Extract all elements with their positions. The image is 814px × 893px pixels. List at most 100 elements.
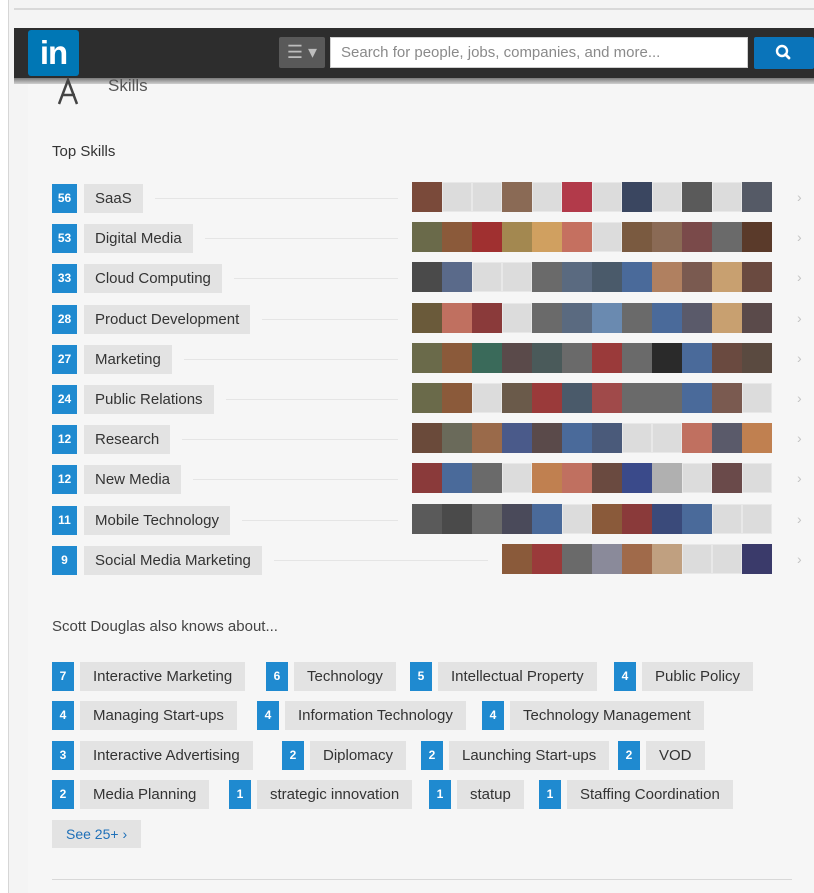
skill-row[interactable]: 12 Research ›: [52, 423, 802, 455]
endorser-avatar[interactable]: [442, 463, 472, 494]
endorser-avatar[interactable]: [502, 503, 532, 534]
endorser-avatar[interactable]: [652, 543, 682, 574]
endorser-avatar[interactable]: [412, 342, 442, 373]
endorser-avatar[interactable]: [472, 182, 502, 212]
endorser-avatar[interactable]: [682, 182, 712, 212]
skill-row[interactable]: 12 New Media ›: [52, 463, 802, 495]
endorser-avatar[interactable]: [622, 383, 652, 413]
endorser-avatar[interactable]: [532, 423, 562, 454]
endorsement-count-badge[interactable]: 33: [52, 264, 77, 294]
endorsement-count-badge[interactable]: 7: [52, 662, 74, 691]
endorser-avatar[interactable]: [592, 182, 622, 212]
endorser-avatar[interactable]: [472, 262, 502, 293]
endorser-avatar[interactable]: [622, 423, 652, 454]
skill-row[interactable]: 56 SaaS ›: [52, 182, 802, 213]
also-skill-name[interactable]: strategic innovation: [257, 780, 413, 810]
endorser-avatar[interactable]: [562, 262, 592, 293]
endorsement-count-badge[interactable]: 24: [52, 385, 77, 414]
endorser-avatar[interactable]: [472, 503, 502, 534]
skill-row[interactable]: 24 Public Relations ›: [52, 383, 802, 414]
endorser-avatar[interactable]: [712, 302, 742, 333]
endorser-avatar[interactable]: [502, 543, 532, 574]
also-skill-name[interactable]: Staffing Coordination: [567, 780, 733, 810]
endorser-avatar[interactable]: [532, 503, 562, 534]
skill-name[interactable]: Social Media Marketing: [84, 545, 262, 575]
chevron-right-icon[interactable]: ›: [797, 310, 802, 326]
search-button[interactable]: [754, 37, 814, 69]
endorser-avatar[interactable]: [622, 342, 652, 373]
skill-row[interactable]: 53 Digital Media ›: [52, 222, 802, 254]
chevron-right-icon[interactable]: ›: [797, 551, 802, 567]
endorser-avatar[interactable]: [532, 383, 562, 413]
endorser-avatar[interactable]: [502, 182, 532, 212]
endorser-avatar[interactable]: [442, 262, 472, 293]
endorser-avatar[interactable]: [712, 423, 742, 454]
endorsement-count-badge[interactable]: 1: [539, 780, 561, 810]
endorser-avatar[interactable]: [562, 383, 592, 413]
search-input[interactable]: [330, 37, 748, 68]
endorser-avatar[interactable]: [472, 383, 502, 413]
skill-row[interactable]: 28 Product Development ›: [52, 302, 802, 334]
also-skill-name[interactable]: statup: [457, 780, 524, 810]
skill-name[interactable]: Product Development: [84, 304, 251, 334]
endorser-avatar[interactable]: [712, 222, 742, 253]
also-skill-name[interactable]: Interactive Advertising: [80, 740, 253, 770]
endorser-avatar[interactable]: [562, 423, 592, 454]
endorser-avatar[interactable]: [502, 383, 532, 413]
skill-row[interactable]: 9 Social Media Marketing ›: [52, 543, 802, 575]
endorser-avatar[interactable]: [712, 342, 742, 373]
linkedin-logo[interactable]: in: [28, 30, 79, 76]
chevron-right-icon[interactable]: ›: [797, 390, 802, 406]
endorser-avatar[interactable]: [622, 543, 652, 574]
endorser-avatar[interactable]: [652, 463, 682, 494]
skill-name[interactable]: Digital Media: [84, 224, 193, 254]
endorser-avatar[interactable]: [592, 342, 622, 373]
endorser-avatar[interactable]: [532, 302, 562, 333]
endorser-avatar[interactable]: [592, 543, 622, 574]
endorser-avatar[interactable]: [592, 463, 622, 494]
skill-name[interactable]: New Media: [84, 465, 182, 495]
endorser-avatar[interactable]: [682, 302, 712, 333]
endorser-avatar[interactable]: [562, 543, 592, 574]
endorser-avatar[interactable]: [652, 342, 682, 373]
endorser-avatar[interactable]: [742, 262, 772, 293]
endorser-avatar[interactable]: [712, 543, 742, 574]
endorser-avatar[interactable]: [682, 383, 712, 413]
endorsement-count-badge[interactable]: 2: [618, 740, 640, 770]
endorser-avatar[interactable]: [472, 222, 502, 253]
skill-name[interactable]: Public Relations: [84, 385, 214, 414]
endorser-avatar[interactable]: [592, 383, 622, 413]
chevron-right-icon[interactable]: ›: [797, 470, 802, 486]
skill-name[interactable]: Cloud Computing: [84, 264, 222, 294]
endorsement-count-badge[interactable]: 4: [482, 701, 504, 731]
menu-icon[interactable]: ☰ ▾: [279, 37, 325, 68]
also-skill-name[interactable]: Media Planning: [80, 780, 210, 810]
endorsement-count-badge[interactable]: 1: [229, 780, 251, 810]
endorser-avatar[interactable]: [472, 463, 502, 494]
chevron-right-icon[interactable]: ›: [797, 511, 802, 527]
also-skill-name[interactable]: Launching Start-ups: [449, 740, 610, 770]
endorser-avatar[interactable]: [652, 222, 682, 253]
chevron-right-icon[interactable]: ›: [797, 269, 802, 285]
endorser-avatar[interactable]: [502, 262, 532, 293]
skill-row[interactable]: 27 Marketing ›: [52, 342, 802, 374]
endorser-avatar[interactable]: [742, 302, 772, 333]
endorser-avatar[interactable]: [502, 222, 532, 253]
endorser-avatar[interactable]: [652, 423, 682, 454]
endorser-avatar[interactable]: [412, 262, 442, 293]
endorser-avatar[interactable]: [592, 262, 622, 293]
skill-row[interactable]: 33 Cloud Computing ›: [52, 262, 802, 294]
chevron-right-icon[interactable]: ›: [797, 350, 802, 366]
skill-name[interactable]: Marketing: [84, 344, 172, 374]
endorser-avatar[interactable]: [562, 342, 592, 373]
endorser-avatar[interactable]: [652, 262, 682, 293]
endorser-avatar[interactable]: [502, 423, 532, 454]
endorsement-count-badge[interactable]: 6: [266, 662, 288, 691]
endorser-avatar[interactable]: [712, 262, 742, 293]
endorsement-count-badge[interactable]: 2: [282, 740, 304, 770]
endorser-avatar[interactable]: [502, 342, 532, 373]
endorsement-count-badge[interactable]: 1: [429, 780, 451, 810]
also-skill-name[interactable]: Information Technology: [285, 701, 466, 731]
endorsement-count-badge[interactable]: 4: [52, 701, 74, 731]
endorser-avatar[interactable]: [682, 262, 712, 293]
